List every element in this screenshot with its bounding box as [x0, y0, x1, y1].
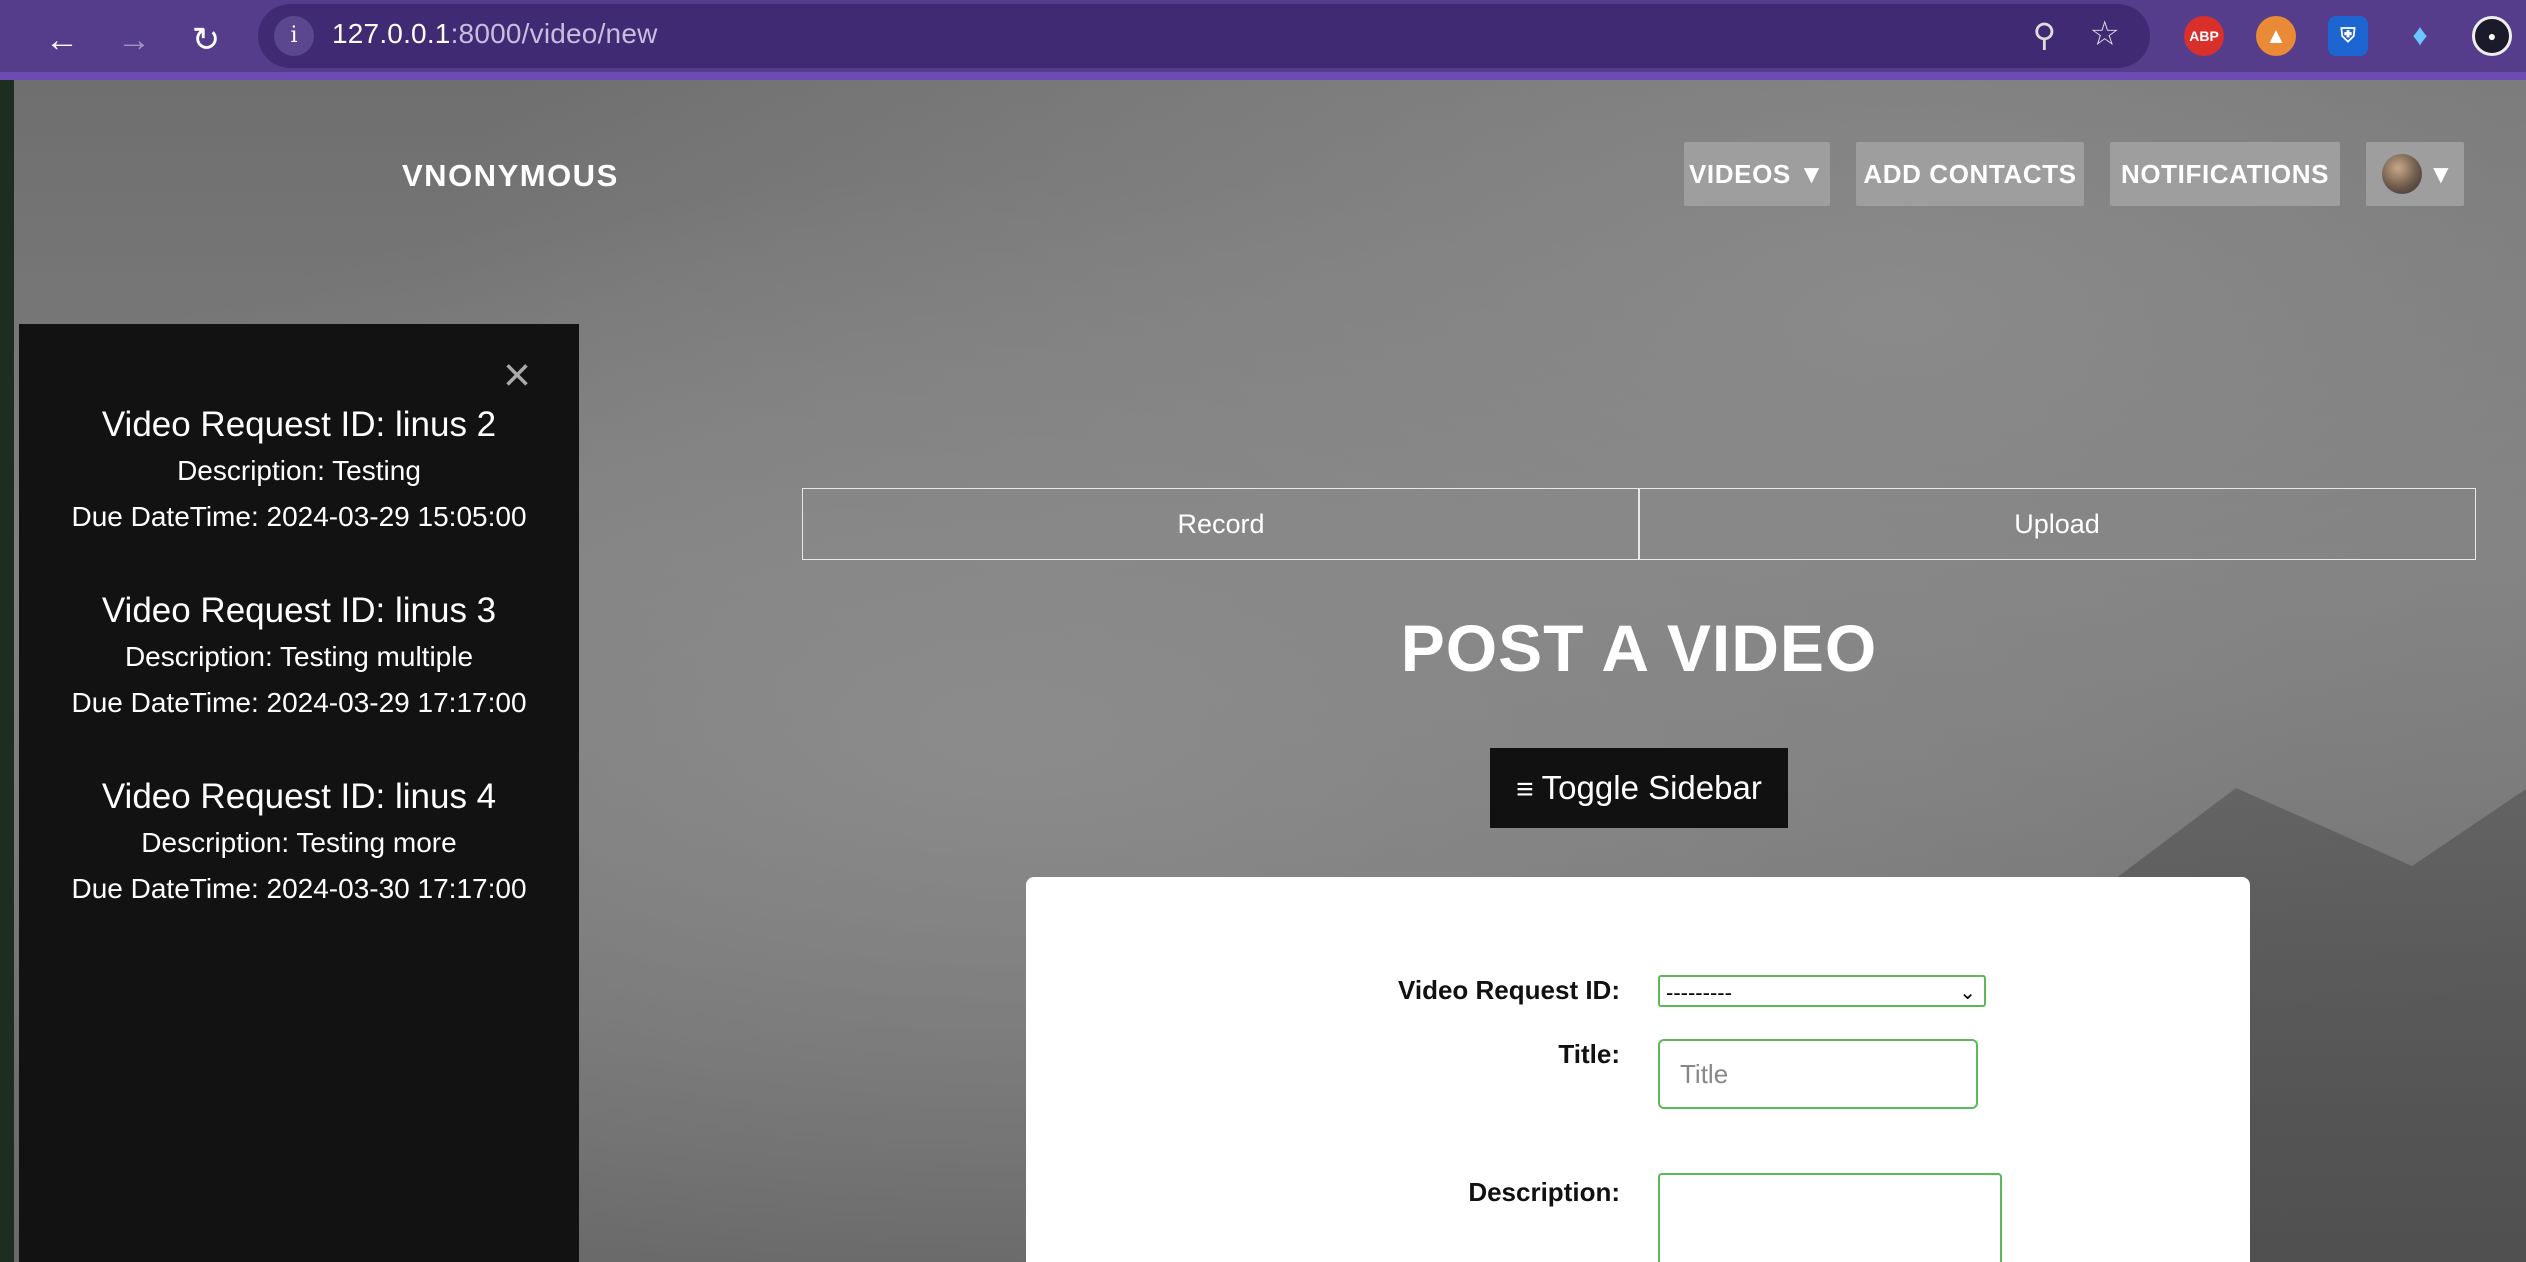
- title-input[interactable]: [1658, 1039, 1978, 1109]
- tab-record[interactable]: Record: [802, 488, 1640, 560]
- adblock-icon[interactable]: ABP: [2184, 16, 2224, 56]
- video-request-item[interactable]: Video Request ID: linus 4 Description: T…: [19, 774, 579, 912]
- video-request-label: Video Request ID:: [1397, 975, 1620, 1005]
- url-host: 127.0.0.1: [332, 18, 451, 49]
- request-title: Video Request ID: linus 4: [101, 777, 497, 816]
- gem-icon[interactable]: ♦: [2400, 16, 2440, 56]
- site-info-icon[interactable]: i: [274, 16, 314, 56]
- nav-add-contacts[interactable]: ADD CONTACTS: [1856, 142, 2084, 206]
- request-title: Video Request ID: linus 2: [101, 405, 497, 444]
- video-request-item[interactable]: Video Request ID: linus 2 Description: T…: [19, 402, 579, 540]
- profile-icon[interactable]: ●: [2472, 16, 2512, 56]
- bitwarden-icon[interactable]: ⛨: [2328, 16, 2368, 56]
- request-description: Description: Testing more: [141, 827, 457, 858]
- hamburger-icon: ≡: [1516, 773, 1534, 806]
- zoom-icon[interactable]: ⚲: [2033, 16, 2056, 54]
- browser-toolbar: ← → ↻ i 127.0.0.1:8000/video/new ⚲ ☆ ABP…: [0, 0, 2526, 80]
- chevron-down-icon: ▼: [2428, 159, 2454, 189]
- avatar: [2382, 154, 2422, 194]
- reload-icon[interactable]: ↻: [186, 20, 226, 60]
- post-video-form: Video Request ID: --------- ⌄ Title: Des…: [1026, 877, 2250, 1262]
- user-menu-button[interactable]: ▼: [2366, 142, 2464, 206]
- video-request-sidebar: × Video Request ID: linus 2 Description:…: [19, 324, 579, 1262]
- address-bar[interactable]: i 127.0.0.1:8000/video/new ⚲ ☆: [258, 4, 2150, 68]
- title-label: Title:: [1558, 1039, 1620, 1069]
- toggle-sidebar-label: Toggle Sidebar: [1541, 769, 1762, 806]
- back-icon[interactable]: ←: [42, 20, 82, 60]
- brand-logo[interactable]: VNONYMOUS: [402, 158, 619, 194]
- tab-upload[interactable]: Upload: [1638, 488, 2476, 560]
- video-request-select[interactable]: --------- ⌄: [1658, 975, 1986, 1007]
- request-due: Due DateTime: 2024-03-29 17:17:00: [71, 687, 527, 718]
- request-title: Video Request ID: linus 3: [101, 591, 497, 630]
- request-due: Due DateTime: 2024-03-29 15:05:00: [71, 501, 527, 532]
- url-text[interactable]: 127.0.0.1:8000/video/new: [332, 18, 658, 50]
- request-due: Due DateTime: 2024-03-30 17:17:00: [71, 873, 527, 904]
- description-label: Description:: [1468, 1177, 1620, 1207]
- video-request-item[interactable]: Video Request ID: linus 3 Description: T…: [19, 588, 579, 726]
- metamask-icon[interactable]: ▲: [2256, 16, 2296, 56]
- nav-videos-dropdown[interactable]: VIDEOS ▼: [1684, 142, 1830, 206]
- request-description: Description: Testing: [177, 455, 421, 486]
- close-icon[interactable]: ×: [503, 352, 531, 400]
- toolbar-divider: [0, 72, 2526, 80]
- page-background: VNONYMOUS VIDEOS ▼ ADD CONTACTS NOTIFICA…: [14, 80, 2526, 1262]
- forward-icon[interactable]: →: [114, 20, 154, 60]
- nav-notifications[interactable]: NOTIFICATIONS: [2110, 142, 2340, 206]
- toggle-sidebar-button[interactable]: ≡ Toggle Sidebar: [1490, 748, 1788, 828]
- record-upload-tabs: Record Upload: [802, 488, 2476, 560]
- description-textarea[interactable]: [1658, 1173, 2002, 1262]
- page-title: POST A VIDEO: [1400, 611, 1878, 685]
- chevron-down-icon: ⌄: [1959, 982, 1976, 1004]
- bookmark-star-icon[interactable]: ☆: [2090, 14, 2120, 54]
- video-request-selected: ---------: [1666, 980, 1732, 1005]
- window-edge: [0, 80, 14, 1262]
- request-description: Description: Testing multiple: [124, 641, 474, 672]
- url-path: :8000/video/new: [450, 18, 658, 49]
